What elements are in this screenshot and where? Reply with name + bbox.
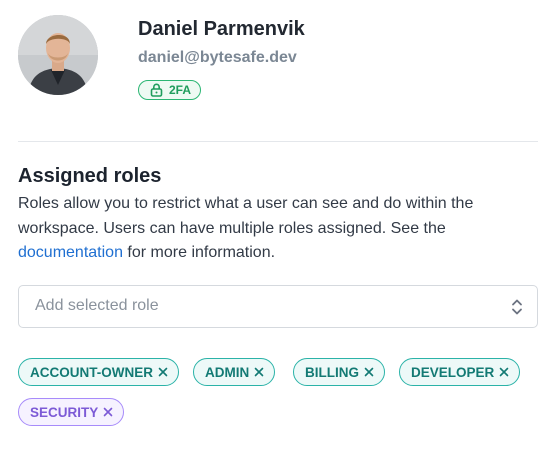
role-chip-account-owner: ACCOUNT-OWNER (18, 358, 179, 386)
role-chip-label: SECURITY (30, 404, 99, 420)
role-chip-label: ACCOUNT-OWNER (30, 364, 153, 380)
avatar (18, 15, 98, 95)
2fa-badge-label: 2FA (169, 83, 192, 97)
close-icon[interactable] (364, 367, 374, 377)
role-chip-label: ADMIN (205, 364, 250, 380)
role-chip-security: SECURITY (18, 398, 125, 426)
roles-description: Roles allow you to restrict what a user … (18, 192, 538, 266)
role-chip-admin: ADMIN (193, 358, 276, 386)
roles-description-text: Roles allow you to restrict what a user … (18, 195, 474, 237)
role-chip-label: DEVELOPER (411, 364, 495, 380)
documentation-link[interactable]: documentation (18, 244, 123, 261)
user-name: Daniel Parmenvik (138, 18, 305, 40)
divider (18, 141, 538, 142)
section-title: Assigned roles (18, 165, 162, 187)
close-icon[interactable] (499, 367, 509, 377)
role-chip-label: BILLING (305, 364, 359, 380)
user-profile: Daniel Parmenvik daniel@bytesafe.dev 2FA (18, 15, 538, 105)
close-icon[interactable] (103, 407, 113, 417)
role-chip-developer: DEVELOPER (399, 358, 521, 386)
roles-description-suffix: for more information. (127, 244, 276, 261)
user-role-panel: Daniel Parmenvik daniel@bytesafe.dev 2FA… (0, 0, 554, 461)
role-select[interactable]: Add selected role (18, 285, 538, 328)
close-icon[interactable] (254, 367, 264, 377)
role-select-placeholder: Add selected role (35, 297, 159, 314)
lock-icon (150, 83, 163, 97)
2fa-badge: 2FA (138, 80, 202, 100)
role-chip-billing: BILLING (293, 358, 385, 386)
chevron-up-down-icon[interactable] (511, 298, 523, 321)
user-email: daniel@bytesafe.dev (138, 49, 297, 66)
close-icon[interactable] (158, 367, 168, 377)
